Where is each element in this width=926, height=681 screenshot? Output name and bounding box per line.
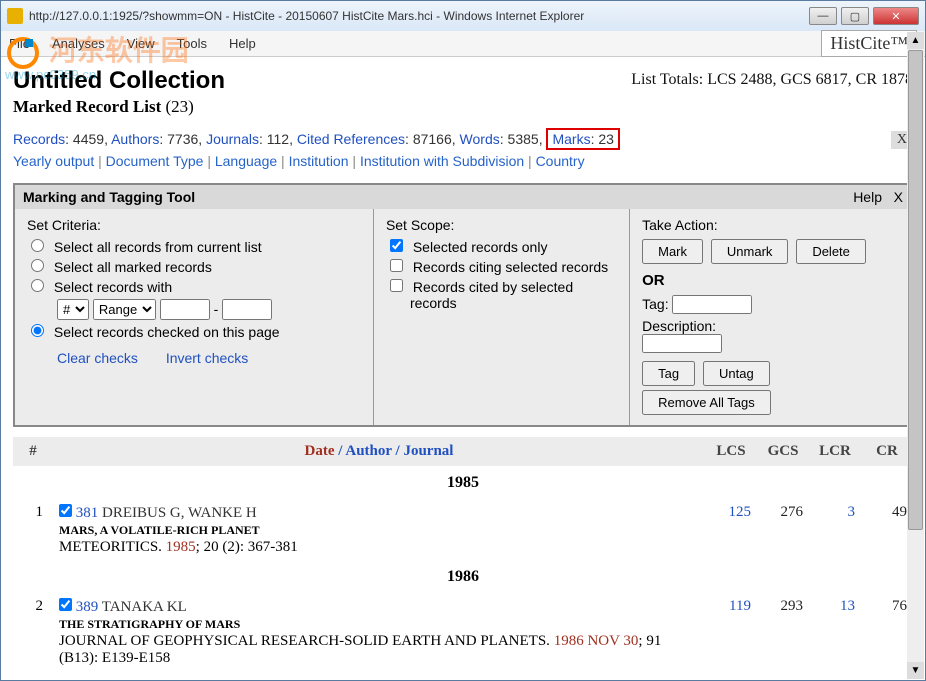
scroll-down-icon[interactable]: ▼: [907, 662, 924, 679]
window-maximize-button[interactable]: ▢: [841, 7, 869, 25]
stats-journals-link[interactable]: Journals: [206, 131, 259, 147]
opt-checked[interactable]: Select records checked on this page: [51, 324, 361, 340]
radio-all-current[interactable]: [31, 239, 44, 252]
row-main: 381 DREIBUS G, WANKE H MARS, A VOLATILE-…: [53, 500, 705, 560]
opt-all-marked[interactable]: Select all marked records: [51, 259, 361, 275]
ie-favicon-icon: [7, 8, 23, 24]
tag-button[interactable]: Tag: [642, 361, 695, 386]
col-lcs[interactable]: LCS: [705, 437, 757, 466]
chk-scope-citing[interactable]: [390, 259, 403, 272]
row-num: 2: [13, 594, 53, 671]
select-field[interactable]: #: [57, 299, 89, 320]
range-to-input[interactable]: [222, 299, 272, 320]
opt-all-current[interactable]: Select all records from current list: [51, 239, 361, 255]
chk-scope-selected[interactable]: [390, 239, 403, 252]
col-lcr[interactable]: LCR: [809, 437, 861, 466]
row-lcr[interactable]: 3: [809, 500, 861, 560]
col-main[interactable]: Date / Author / Journal: [53, 437, 705, 466]
row-gcs: 276: [757, 500, 809, 560]
link-institution-sub[interactable]: Institution with Subdivision: [360, 153, 524, 169]
window-minimize-button[interactable]: —: [809, 7, 837, 25]
menu-analyses[interactable]: Analyses: [52, 36, 105, 51]
description-input[interactable]: [642, 334, 722, 353]
record-id-link[interactable]: 389: [76, 599, 99, 615]
row-num: 1: [13, 500, 53, 560]
marking-tagging-tool: Marking and Tagging Tool Help X Set Crit…: [13, 183, 913, 427]
remove-all-tags-button[interactable]: Remove All Tags: [642, 390, 771, 415]
scope-heading: Set Scope:: [386, 217, 617, 233]
mtt-close-button[interactable]: X: [894, 189, 903, 205]
tag-input[interactable]: [672, 295, 752, 314]
mtt-title: Marking and Tagging Tool: [23, 189, 195, 205]
row-lcr[interactable]: 13: [809, 594, 861, 671]
unmark-button[interactable]: Unmark: [711, 239, 789, 264]
menu-file[interactable]: File: [9, 36, 30, 51]
row-main: 389 TANAKA KL THE STRATIGRAPHY OF MARS J…: [53, 594, 705, 671]
criteria-heading: Set Criteria:: [27, 217, 361, 233]
radio-all-marked[interactable]: [31, 259, 44, 272]
chk-scope-cited[interactable]: [390, 279, 403, 292]
range-from-input[interactable]: [160, 299, 210, 320]
radio-checked-page[interactable]: [31, 324, 44, 337]
stats-authors-link[interactable]: Authors: [111, 131, 159, 147]
or-label: OR: [642, 272, 899, 289]
select-range[interactable]: Range: [93, 299, 156, 320]
stats-row: Records: 4459, Authors: 7736, Journals: …: [13, 131, 913, 147]
histcite-brand: HistCite™: [821, 30, 917, 57]
link-document-type[interactable]: Document Type: [106, 153, 204, 169]
opt-records-with[interactable]: Select records with: [51, 279, 361, 295]
stats-records-link[interactable]: Records: [13, 131, 65, 147]
radio-records-with[interactable]: [31, 279, 44, 292]
row-cr: 49: [861, 500, 913, 560]
window-titlebar: http://127.0.0.1:1925/?showmm=ON - HistC…: [1, 1, 925, 31]
row-lcs[interactable]: 125: [705, 500, 757, 560]
window-title: http://127.0.0.1:1925/?showmm=ON - HistC…: [29, 9, 809, 23]
year-row: 1993: [13, 671, 913, 680]
mark-button[interactable]: Mark: [642, 239, 703, 264]
content-area: Untitled Collection Marked Record List (…: [1, 57, 925, 680]
link-country[interactable]: Country: [536, 153, 585, 169]
stats-words-link[interactable]: Words: [460, 131, 500, 147]
scroll-up-icon[interactable]: ▲: [907, 32, 924, 49]
clear-checks-link[interactable]: Clear checks: [57, 350, 138, 366]
link-language[interactable]: Language: [215, 153, 277, 169]
mtt-help-link[interactable]: Help: [853, 189, 882, 205]
col-cr[interactable]: CR: [861, 437, 913, 466]
menubar: File Analyses View Tools Help HistCite™: [1, 31, 925, 57]
invert-checks-link[interactable]: Invert checks: [166, 350, 248, 366]
window-close-button[interactable]: ✕: [873, 7, 919, 25]
action-heading: Take Action:: [642, 217, 899, 233]
records-table: # Date / Author / Journal LCS GCS LCR CR…: [13, 437, 913, 680]
delete-button[interactable]: Delete: [796, 239, 866, 264]
menu-help[interactable]: Help: [229, 36, 256, 51]
table-row: 1 381 DREIBUS G, WANKE H MARS, A VOLATIL…: [13, 500, 913, 560]
link-yearly-output[interactable]: Yearly output: [13, 153, 94, 169]
link-institution[interactable]: Institution: [289, 153, 349, 169]
col-gcs[interactable]: GCS: [757, 437, 809, 466]
row-lcs[interactable]: 119: [705, 594, 757, 671]
row-checkbox[interactable]: [59, 598, 72, 611]
scope-citing[interactable]: Records citing selected records: [410, 259, 617, 275]
record-id-link[interactable]: 381: [76, 505, 99, 521]
stats-citedrefs-link[interactable]: Cited References: [297, 131, 405, 147]
list-totals: List Totals: LCS 2488, GCS 6817, CR 1878: [631, 71, 913, 89]
scope-selected[interactable]: Selected records only: [410, 239, 617, 255]
untag-button[interactable]: Untag: [703, 361, 770, 386]
year-row: 1985: [13, 466, 913, 500]
scope-cited[interactable]: Records cited by selected records: [410, 279, 617, 311]
menu-view[interactable]: View: [127, 36, 155, 51]
menu-tools[interactable]: Tools: [177, 36, 207, 51]
scroll-thumb[interactable]: [908, 50, 923, 530]
table-row: 2 389 TANAKA KL THE STRATIGRAPHY OF MARS…: [13, 594, 913, 671]
marked-record-list-label: Marked Record List (23): [13, 97, 913, 117]
year-row: 1986: [13, 560, 913, 594]
row-cr: 76: [861, 594, 913, 671]
col-num: #: [13, 437, 53, 466]
vertical-scrollbar[interactable]: ▲ ▼: [907, 32, 924, 679]
row-checkbox[interactable]: [59, 504, 72, 517]
stats-row2: Yearly output | Document Type | Language…: [13, 153, 913, 169]
stats-marks-link[interactable]: Marks: [552, 131, 590, 147]
row-gcs: 293: [757, 594, 809, 671]
